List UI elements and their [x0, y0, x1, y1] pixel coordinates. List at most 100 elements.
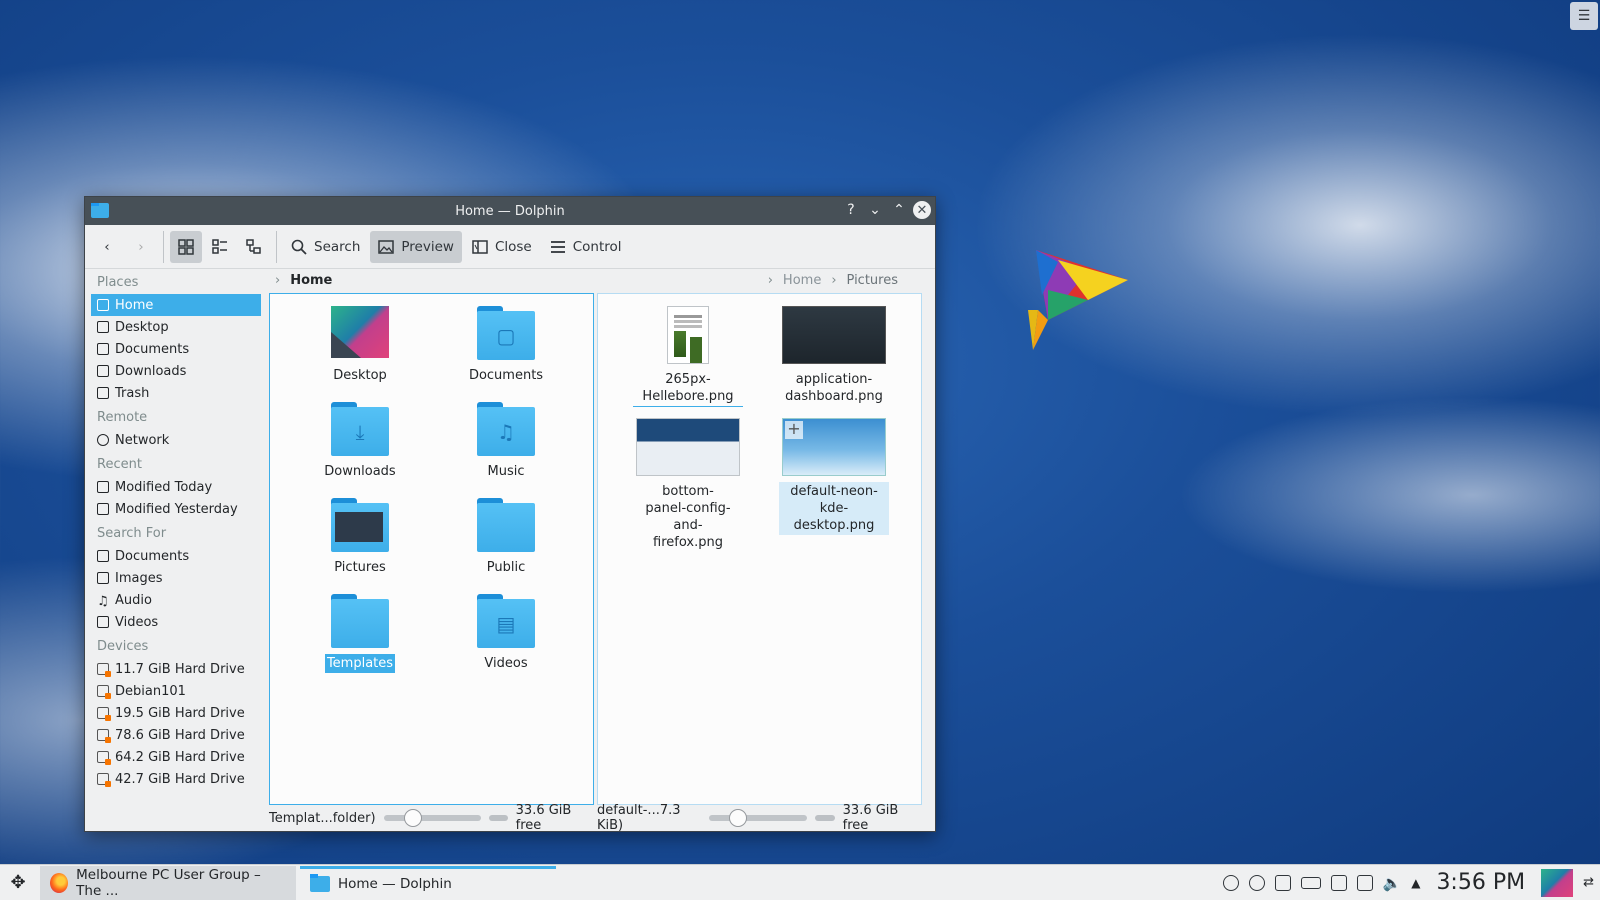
add-to-selection-icon[interactable]: +: [785, 421, 803, 439]
folder-desktop[interactable]: Desktop: [290, 306, 430, 385]
folder-music[interactable]: ♫ Music: [436, 402, 576, 481]
search-label: Search: [314, 238, 361, 255]
preview-button[interactable]: Preview: [370, 230, 462, 263]
compact-view-button[interactable]: [204, 231, 236, 263]
device-item[interactable]: Debian101: [91, 680, 261, 702]
places-group-header: Places: [97, 275, 139, 290]
slider-knob[interactable]: [729, 809, 748, 827]
folder-pictures[interactable]: Pictures: [290, 498, 430, 577]
documents-icon: [97, 343, 109, 355]
device-notifier-icon[interactable]: [1330, 874, 1347, 891]
search-for-group-header: Search For: [97, 526, 167, 541]
updates-icon[interactable]: [1248, 874, 1265, 891]
system-tray: 🔈 ▲ 3:56 PM ⇄: [1222, 868, 1600, 897]
help-button[interactable]: ?: [841, 200, 861, 220]
icons-view-button[interactable]: [170, 230, 202, 263]
places-item-home[interactable]: Home: [91, 294, 261, 316]
search-button[interactable]: Search: [283, 231, 368, 263]
details-view-icon: [246, 238, 261, 254]
application-launcher-button[interactable]: ✥: [0, 865, 36, 900]
file-item[interactable]: 265px-Hellebore.png: [618, 306, 758, 407]
task-firefox[interactable]: Melbourne PC User Group – The ...: [40, 865, 296, 900]
preview-label: Preview: [401, 238, 454, 255]
network-icon: [97, 434, 109, 446]
hard-drive-icon: [97, 707, 111, 721]
breadcrumb[interactable]: › Home: [269, 269, 594, 291]
search-item-images[interactable]: Images: [91, 567, 261, 589]
places-item-desktop[interactable]: Desktop: [91, 316, 261, 338]
menu-icon: ☰: [1577, 8, 1591, 24]
expand-tray-icon[interactable]: ▲: [1411, 876, 1420, 890]
places-item-network[interactable]: Network: [91, 429, 261, 451]
video-icon: [97, 616, 109, 628]
maximize-button[interactable]: ⌃: [889, 200, 909, 220]
public-folder-icon: [477, 498, 535, 552]
left-free-space: 33.6 GiB free: [515, 803, 572, 833]
breadcrumb-home[interactable]: Home: [290, 273, 332, 288]
folder-public[interactable]: Public: [436, 498, 576, 577]
volume-icon[interactable]: 🔈: [1383, 874, 1402, 892]
places-item-modified-yesterday[interactable]: Modified Yesterday: [91, 498, 261, 520]
folder-videos[interactable]: ▤ Videos: [436, 594, 576, 673]
display-icon[interactable]: [1274, 874, 1291, 891]
device-item[interactable]: 11.7 GiB Hard Drive: [91, 658, 261, 680]
music-folder-icon: ♫: [477, 402, 535, 456]
left-status-text: Templat...folder): [269, 810, 376, 826]
device-item[interactable]: 78.6 GiB Hard Drive: [91, 724, 261, 746]
text-icon: [97, 550, 109, 562]
close-window-button[interactable]: ✕: [913, 201, 931, 219]
chevron-left-icon: ‹: [104, 238, 110, 255]
minimize-button[interactable]: ⌄: [865, 200, 885, 220]
places-item-documents[interactable]: Documents: [91, 338, 261, 360]
details-view-button[interactable]: [238, 231, 270, 263]
folder-downloads[interactable]: ⤓ Downloads: [290, 402, 430, 481]
places-item-trash[interactable]: Trash: [91, 382, 261, 404]
chevron-right-icon: ›: [767, 272, 773, 288]
file-view[interactable]: 265px-Hellebore.png application-dashboar…: [597, 293, 922, 805]
slider-knob[interactable]: [403, 809, 422, 827]
panel-config-icon[interactable]: ⇄: [1583, 875, 1594, 890]
kde-connect-icon[interactable]: [1222, 874, 1239, 891]
firefox-icon: [50, 872, 69, 893]
free-space-bar: [488, 815, 508, 821]
breadcrumb-home[interactable]: Home: [783, 273, 821, 288]
window-titlebar[interactable]: Home — Dolphin ? ⌄ ⌃ ✕: [85, 197, 935, 225]
file-view[interactable]: Desktop ▢ Documents ⤓ Downloads ♫ Music …: [269, 293, 594, 805]
templates-folder-icon: [331, 594, 389, 648]
back-button[interactable]: ‹: [91, 231, 123, 263]
trash-icon: [97, 387, 109, 399]
file-item[interactable]: + default-neon-kde-desktop.png: [764, 418, 904, 535]
device-item[interactable]: 19.5 GiB Hard Drive: [91, 702, 261, 724]
device-item[interactable]: 42.7 GiB Hard Drive: [91, 768, 261, 790]
close-split-button[interactable]: Close: [464, 231, 540, 263]
places-item-downloads[interactable]: Downloads: [91, 360, 261, 382]
calendar-icon: [97, 503, 109, 515]
close-label: Close: [494, 238, 532, 255]
dolphin-app-icon[interactable]: [91, 203, 109, 218]
desktop-thumbnail-icon[interactable]: [1541, 868, 1574, 897]
file-item[interactable]: application-dashboard.png: [764, 306, 904, 406]
desktop-toolbox-button[interactable]: ☰: [1570, 2, 1598, 30]
breadcrumb[interactable]: › Home › Pictures: [597, 269, 922, 291]
folder-documents[interactable]: ▢ Documents: [436, 306, 576, 385]
zoom-slider[interactable]: [383, 809, 481, 827]
file-item[interactable]: bottom-panel-config-and-firefox.png: [618, 418, 758, 552]
clipboard-icon[interactable]: [1356, 874, 1373, 891]
search-item-documents[interactable]: Documents: [91, 545, 261, 567]
folder-templates[interactable]: Templates: [290, 594, 430, 673]
battery-icon[interactable]: [1300, 876, 1321, 889]
places-item-modified-today[interactable]: Modified Today: [91, 476, 261, 498]
hard-drive-icon: [97, 663, 111, 677]
device-item[interactable]: 64.2 GiB Hard Drive: [91, 746, 261, 768]
search-item-videos[interactable]: Videos: [91, 611, 261, 633]
forward-button[interactable]: ›: [125, 231, 157, 263]
control-menu-button[interactable]: Control: [542, 231, 630, 263]
search-item-audio[interactable]: ♫ Audio: [91, 589, 261, 611]
devices-group-header: Devices: [97, 639, 149, 654]
task-dolphin[interactable]: Home — Dolphin: [300, 865, 556, 900]
free-space-bar: [815, 815, 835, 821]
clock[interactable]: 3:56 PM: [1436, 870, 1525, 895]
zoom-slider[interactable]: [709, 809, 808, 827]
hard-drive-icon: [97, 773, 111, 787]
breadcrumb-pictures[interactable]: Pictures: [847, 273, 898, 288]
